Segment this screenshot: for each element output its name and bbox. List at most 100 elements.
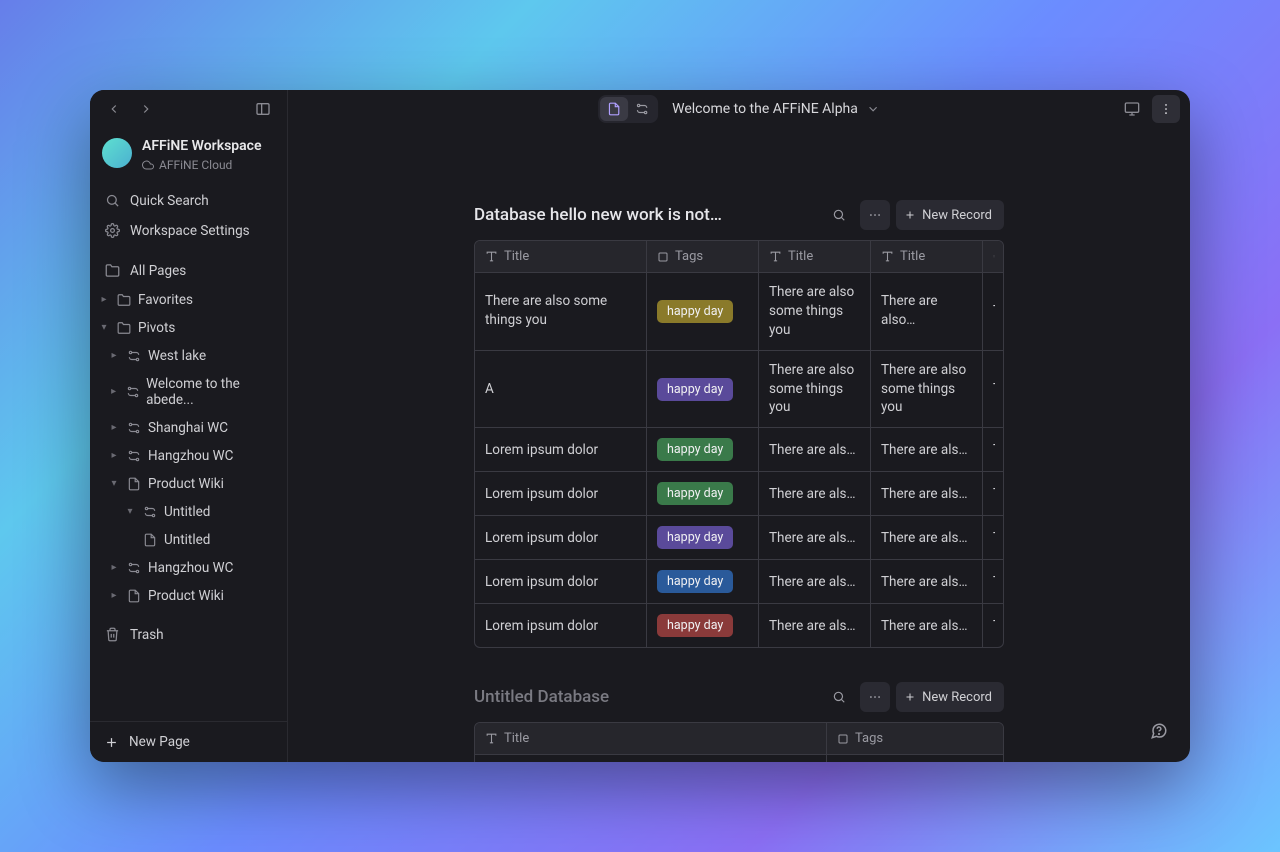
table-row[interactable]: Lorem ipsum dolorhappy dayThere are also… [475, 604, 1003, 647]
title-cell[interactable]: new record [475, 755, 827, 762]
new-record-button[interactable]: New Record [896, 200, 1004, 230]
database-search-button[interactable] [824, 200, 854, 230]
present-button[interactable] [1118, 95, 1146, 123]
database-title[interactable]: Database hello new work is not… [474, 205, 818, 225]
database-title[interactable]: Untitled Database [474, 687, 818, 707]
tree-item[interactable]: ▸Welcome to the abede... [90, 370, 287, 414]
title-cell[interactable]: Th [983, 472, 1004, 515]
column-header[interactable]: Title [759, 241, 871, 272]
title-cell[interactable]: Lorem ipsum dolor [475, 428, 647, 471]
table-row[interactable]: Lorem ipsum dolorhappy dayThere are also… [475, 516, 1003, 560]
workspace-switcher[interactable]: AFFiNE Workspace AFFiNE Cloud [90, 128, 287, 186]
title-cell[interactable]: There are also… [759, 516, 871, 559]
column-header[interactable] [983, 241, 1004, 272]
title-cell[interactable]: There are also… [759, 604, 871, 647]
title-cell[interactable]: There are also… [759, 472, 871, 515]
database-more-button[interactable] [860, 682, 890, 712]
quick-search-button[interactable]: Quick Search [90, 186, 287, 216]
title-cell[interactable]: Lorem ipsum dolor [475, 472, 647, 515]
tree-item[interactable]: ▸Product Wiki [90, 582, 287, 610]
tag-cell[interactable]: happy day [647, 273, 759, 350]
title-cell[interactable]: There are also… [871, 516, 983, 559]
tag-cell[interactable]: happy day [647, 472, 759, 515]
title-cell[interactable]: There are also some things you [759, 351, 871, 428]
column-header[interactable]: Tags [647, 241, 759, 272]
title-cell[interactable]: Th [983, 351, 1004, 428]
title-cell[interactable]: There are also… [871, 604, 983, 647]
title-cell[interactable]: There are also… [871, 560, 983, 603]
database-more-button[interactable] [860, 200, 890, 230]
nav-forward-button[interactable] [132, 95, 160, 123]
cell-text: There are also… [881, 530, 972, 546]
database-search-button[interactable] [824, 682, 854, 712]
column-header[interactable]: Title [475, 241, 647, 272]
title-cell[interactable]: There are also some things you [759, 273, 871, 350]
tag-pill: happy day [657, 378, 733, 401]
tree-item[interactable]: ▾Untitled [90, 498, 287, 526]
edgeless-mode-button[interactable] [628, 97, 656, 121]
tag-cell[interactable]: happy day [827, 755, 1003, 762]
tree-item[interactable]: ▸Hangzhou WC [90, 554, 287, 582]
title-cell[interactable]: There are also… [871, 472, 983, 515]
title-cell[interactable]: Th [983, 273, 1004, 350]
new-record-button[interactable]: New Record [896, 682, 1004, 712]
title-cell[interactable]: Lorem ipsum dolor [475, 604, 647, 647]
title-cell[interactable]: Lorem ipsum dolor [475, 516, 647, 559]
tag-cell[interactable]: happy day [647, 351, 759, 428]
table-row[interactable]: Lorem ipsum dolorhappy dayThere are also… [475, 472, 1003, 516]
database-header: Untitled Database New Record [474, 682, 1004, 712]
all-pages-button[interactable]: All Pages [90, 256, 287, 286]
page-mode-button[interactable] [600, 97, 628, 121]
chevron-down-icon[interactable] [866, 102, 880, 116]
text-icon [485, 250, 498, 263]
cell-text: Th [993, 574, 995, 590]
column-header[interactable]: Title [475, 723, 827, 754]
title-cell[interactable]: There are also… [871, 428, 983, 471]
tag-cell[interactable]: happy day [647, 604, 759, 647]
title-cell[interactable]: Th [983, 428, 1004, 471]
gear-icon [104, 223, 120, 238]
page-title[interactable]: Welcome to the AFFiNE Alpha [672, 101, 858, 117]
favorites-section[interactable]: ▸ Favorites [90, 286, 287, 314]
table-row[interactable]: There are also some things youhappy dayT… [475, 273, 1003, 351]
tag-icon [657, 251, 669, 263]
more-options-button[interactable] [1152, 95, 1180, 123]
new-page-button[interactable]: New Page [90, 721, 287, 762]
tree-item[interactable]: ▸West lake [90, 342, 287, 370]
pivots-section[interactable]: ▾ Pivots [90, 314, 287, 342]
nav-back-button[interactable] [100, 95, 128, 123]
title-cell[interactable]: There are also… [759, 560, 871, 603]
cell-text: Lorem ipsum dolor [485, 574, 636, 590]
tag-cell[interactable]: happy day [647, 560, 759, 603]
title-cell[interactable]: Lorem ipsum dolor [475, 560, 647, 603]
workspace-name: AFFiNE Workspace [142, 138, 262, 155]
collapse-sidebar-button[interactable] [249, 95, 277, 123]
tree-item[interactable]: ▸Hangzhou WC [90, 442, 287, 470]
tree-item[interactable]: Untitled [90, 526, 287, 554]
tag-cell[interactable]: happy day [647, 428, 759, 471]
title-cell[interactable]: There are also… [759, 428, 871, 471]
column-header[interactable]: Tags [827, 723, 1003, 754]
column-header[interactable]: Title [871, 241, 983, 272]
title-cell[interactable]: There are also some things you [475, 273, 647, 350]
title-cell[interactable]: Th [983, 560, 1004, 603]
title-cell[interactable]: There are also some things you [871, 351, 983, 428]
title-cell[interactable]: A [475, 351, 647, 428]
title-cell[interactable]: Th [983, 604, 1004, 647]
workspace-settings-button[interactable]: Workspace Settings [90, 216, 287, 246]
table-row[interactable]: Lorem ipsum dolorhappy dayThere are also… [475, 428, 1003, 472]
trash-button[interactable]: Trash [90, 620, 287, 650]
tree-item[interactable]: ▸Shanghai WC [90, 414, 287, 442]
table-row[interactable]: Lorem ipsum dolor happy day There are also… [475, 560, 1003, 604]
title-cell[interactable]: Th [983, 516, 1004, 559]
cell-text: There are also… [769, 574, 860, 590]
tree-item[interactable]: ▾Product Wiki [90, 470, 287, 498]
title-cell[interactable]: There are also… [871, 273, 983, 350]
topbar: Welcome to the AFFiNE Alpha [288, 90, 1190, 128]
search-icon [104, 193, 120, 208]
table-row[interactable]: Ahappy day There are also some things you… [475, 351, 1003, 429]
tag-cell[interactable]: happy day [647, 516, 759, 559]
table-row[interactable]: new record happy day [475, 755, 1003, 762]
tree-item-label: Untitled [164, 532, 210, 548]
help-button[interactable] [1144, 716, 1174, 746]
